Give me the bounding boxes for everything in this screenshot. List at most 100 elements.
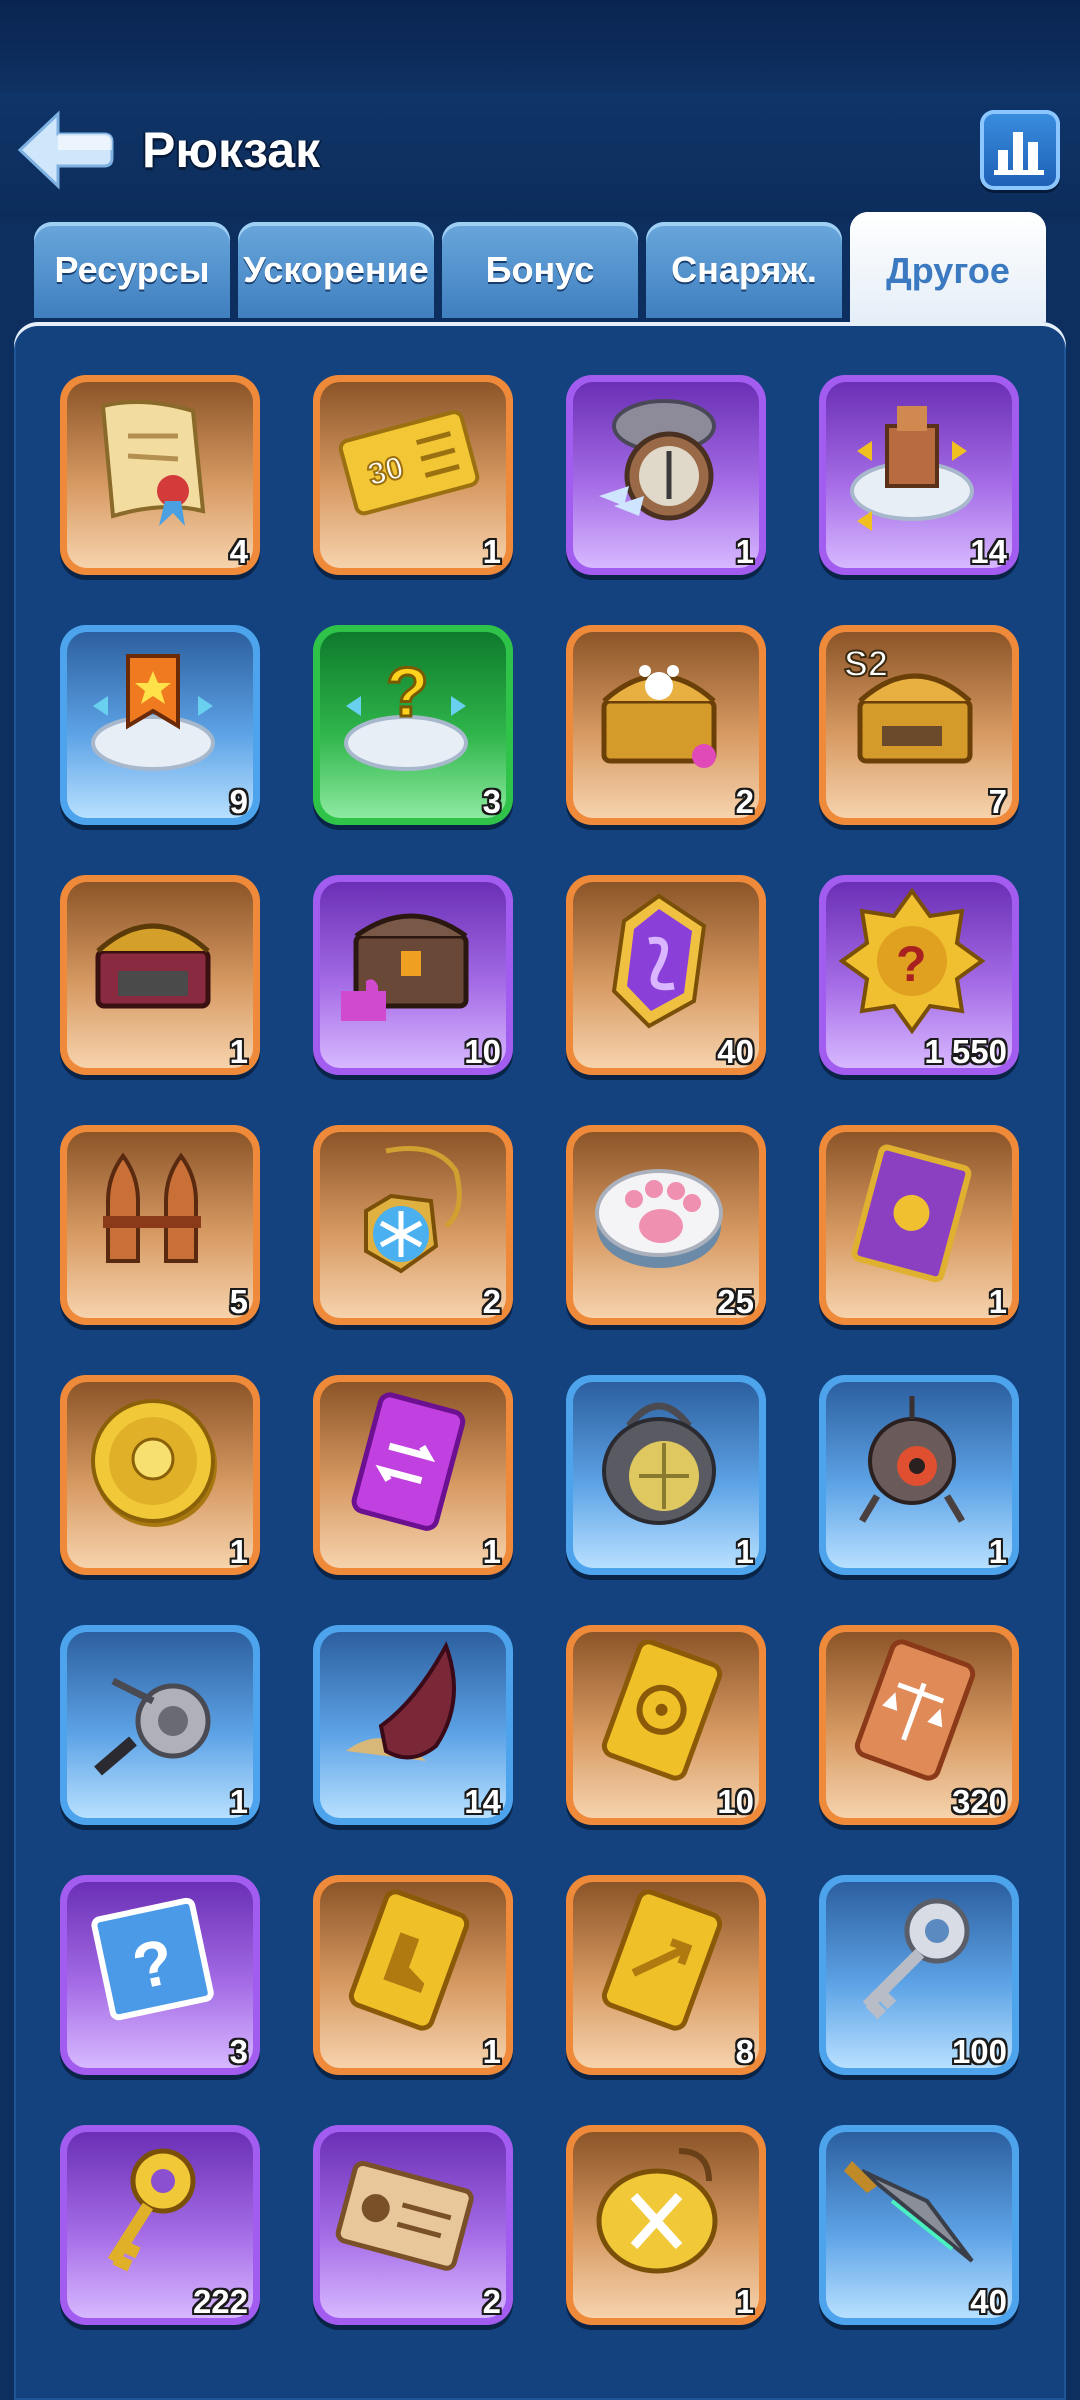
inventory-item[interactable]: ? 3 <box>60 1875 260 2075</box>
paw-cookie-icon <box>595 1169 723 1268</box>
random-relocate-icon: ? <box>344 652 468 771</box>
hero-coin-icon <box>91 1399 217 1527</box>
rockets-icon <box>103 1152 201 1263</box>
item-count: 1 <box>735 1533 754 1570</box>
item-count: 9 <box>229 783 248 820</box>
inventory-item[interactable]: 40 <box>819 2125 1019 2325</box>
inventory-item[interactable]: 2 <box>313 1125 513 1325</box>
tab-speedups[interactable]: Ускорение <box>238 222 434 318</box>
inventory-item[interactable]: 14 <box>819 375 1019 575</box>
inventory-item[interactable]: 1 <box>819 1125 1019 1325</box>
ticket-30-icon: 30 <box>338 410 480 516</box>
inventory-item[interactable]: S2 7 <box>819 625 1019 825</box>
item-count: 14 <box>464 1783 501 1820</box>
item-count: 25 <box>717 1283 754 1320</box>
tab-label: Снаряж. <box>671 249 817 290</box>
tab-label: Ресурсы <box>54 249 210 290</box>
inventory-item[interactable]: 5 <box>60 1125 260 1325</box>
inventory-item[interactable]: 25 <box>566 1125 766 1325</box>
inventory-item[interactable]: 1 <box>566 2125 766 2325</box>
inventory-item[interactable]: 9 <box>60 625 260 825</box>
item-count: 40 <box>970 2283 1007 2320</box>
spear-tip-icon <box>844 2161 974 2263</box>
inventory-item[interactable]: 2 <box>313 2125 513 2325</box>
inventory-item[interactable]: ? 1 550 <box>819 875 1019 1075</box>
item-count: 1 <box>482 1533 501 1570</box>
item-count: 1 <box>229 1783 248 1820</box>
tab-resources[interactable]: Ресурсы <box>34 222 230 318</box>
inventory-item[interactable]: 10 <box>313 875 513 1075</box>
sword-medal-icon <box>596 2148 718 2274</box>
item-count: 1 <box>229 1533 248 1570</box>
item-count: 10 <box>464 1033 501 1070</box>
lantern-icon <box>602 1402 716 1525</box>
item-count: 1 550 <box>924 1033 1007 1070</box>
inventory-item[interactable]: 1 <box>60 875 260 1075</box>
scroll-icon <box>100 400 206 526</box>
inventory-item[interactable]: 4 <box>60 375 260 575</box>
inventory-item[interactable]: 1 <box>566 1375 766 1575</box>
inventory-item[interactable]: 8 <box>566 1875 766 2075</box>
gear-chest-icon <box>95 923 211 1009</box>
tab-equipment[interactable]: Снаряж. <box>646 222 842 318</box>
mystery-badge-icon: ? <box>838 887 986 1035</box>
building-relocate-icon <box>850 406 974 531</box>
snowflake-amulet-icon <box>364 1146 462 1274</box>
inventory-item[interactable]: 100 <box>819 1875 1019 2075</box>
tab-label: Ускорение <box>243 249 429 290</box>
item-count: 1 <box>735 2283 754 2320</box>
paw-chest-icon <box>601 665 717 768</box>
inventory-item[interactable]: 1 <box>313 1375 513 1575</box>
arrow-ticket-icon <box>601 1889 723 2031</box>
stats-button[interactable] <box>980 110 1060 190</box>
inventory-item[interactable]: 1 <box>313 1875 513 2075</box>
robot-drone-icon <box>858 1396 966 1523</box>
exchange-ticket-icon <box>351 1392 466 1531</box>
puzzle-chest-icon <box>341 913 469 1021</box>
item-count: 14 <box>970 533 1007 570</box>
inventory-item[interactable]: 1 <box>60 1625 260 1825</box>
inventory-item[interactable]: 1 <box>566 375 766 575</box>
inventory-item[interactable]: ? 3 <box>313 625 513 825</box>
item-count: 5 <box>229 1283 248 1320</box>
card-icon <box>851 1144 972 1283</box>
silver-key-icon <box>862 1898 970 2020</box>
inventory-item[interactable]: 40 <box>566 875 766 1075</box>
tab-label: Другое <box>886 250 1010 291</box>
target-ticket-icon <box>601 1639 723 1781</box>
tab-bonus[interactable]: Бонус <box>442 222 638 318</box>
inventory-item[interactable]: 14 <box>313 1625 513 1825</box>
bar-chart-icon <box>994 132 1044 175</box>
item-count: 7 <box>988 783 1007 820</box>
svg-text:?: ? <box>896 936 927 992</box>
item-count: 1 <box>229 1033 248 1070</box>
inventory-item[interactable]: 1 <box>60 1375 260 1575</box>
item-count: 2 <box>482 2283 501 2320</box>
inventory-item[interactable]: 222 <box>60 2125 260 2325</box>
scales-ticket-icon <box>854 1639 976 1781</box>
horn-icon <box>346 1641 456 1761</box>
s2-chest-icon: S2 <box>843 642 973 764</box>
id-card-icon <box>335 2160 474 2271</box>
item-count: 8 <box>735 2033 754 2070</box>
back-button[interactable] <box>14 108 114 192</box>
boot-ticket-icon <box>348 1889 470 2031</box>
mystery-map-icon: ? <box>91 1897 214 2021</box>
inventory-item[interactable]: 2 <box>566 625 766 825</box>
svg-text:S2: S2 <box>844 643 888 684</box>
gold-key-icon <box>107 2148 196 2272</box>
item-count: 40 <box>717 1033 754 1070</box>
item-count: 2 <box>482 1283 501 1320</box>
item-count: 1 <box>482 533 501 570</box>
inventory-item[interactable]: 320 <box>819 1625 1019 1825</box>
back-arrow-icon <box>17 110 114 190</box>
inventory-item[interactable]: 30 1 <box>313 375 513 575</box>
status-bar <box>0 0 1080 92</box>
item-count: 2 <box>735 783 754 820</box>
inventory-item[interactable]: 1 <box>819 1375 1019 1575</box>
inventory-item[interactable]: 10 <box>566 1625 766 1825</box>
item-count: 3 <box>229 2033 248 2070</box>
tab-other[interactable]: Другое <box>850 212 1046 330</box>
tab-label: Бонус <box>485 249 595 290</box>
item-count: 3 <box>482 783 501 820</box>
